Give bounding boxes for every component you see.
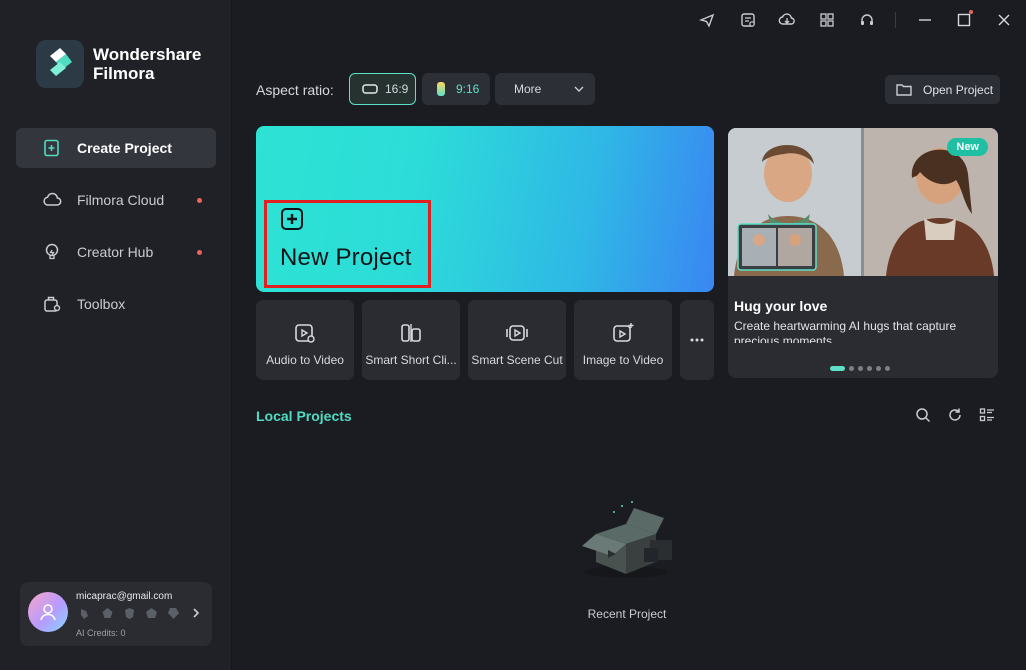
- plus-icon: [281, 208, 303, 230]
- aspect-more-label: More: [514, 82, 542, 96]
- notification-dot: [197, 198, 202, 203]
- carousel-dot[interactable]: [849, 366, 854, 371]
- badge-icon: [168, 608, 179, 619]
- sidebar-item-create-project[interactable]: Create Project: [16, 128, 216, 168]
- tool-smart-short-clips[interactable]: Smart Short Cli...: [362, 300, 460, 380]
- filmora-logo-icon: [36, 40, 84, 88]
- smart-short-clips-icon: [398, 320, 424, 346]
- chevron-right-icon: [192, 606, 200, 624]
- carousel-dot[interactable]: [830, 366, 845, 371]
- tool-label: Smart Short Cli...: [365, 353, 457, 367]
- new-project-label: New Project: [280, 244, 412, 271]
- promo-title: Hug your love: [734, 298, 828, 314]
- apps-grid-icon[interactable]: [817, 10, 837, 30]
- ai-credits: AI Credits: 0: [76, 628, 126, 638]
- avatar: [28, 592, 68, 632]
- create-project-icon: [42, 138, 62, 158]
- aspect-9-16-button[interactable]: 9:16: [422, 73, 490, 105]
- carousel-dot[interactable]: [876, 366, 881, 371]
- sidebar-item-label: Toolbox: [77, 296, 126, 312]
- local-projects-title: Local Projects: [256, 408, 352, 424]
- empty-box-icon: [574, 500, 680, 580]
- refresh-icon[interactable]: [946, 406, 964, 424]
- brand-line-2: Filmora: [93, 64, 155, 83]
- new-badge: New: [947, 138, 988, 156]
- aspect-16-9-button[interactable]: 16:9: [349, 73, 416, 105]
- minimize-icon[interactable]: [915, 10, 935, 30]
- app-logo: Wondershare Filmora: [36, 40, 201, 88]
- maximize-icon[interactable]: [954, 10, 974, 30]
- notification-dot: [969, 10, 973, 14]
- send-icon[interactable]: [697, 10, 717, 30]
- scene-cut-icon: [504, 320, 530, 346]
- open-project-label: Open Project: [923, 82, 994, 97]
- aspect-16-9-label: 16:9: [385, 82, 409, 96]
- carousel-dot[interactable]: [885, 366, 890, 371]
- sidebar-nav: Create Project Filmora Cloud Creator Hub…: [16, 128, 216, 336]
- carousel-dot[interactable]: [858, 366, 863, 371]
- more-dots-icon: [690, 338, 704, 342]
- carousel-dot[interactable]: [867, 366, 872, 371]
- tool-label: Smart Scene Cut: [471, 353, 563, 367]
- aspect-ratio-label: Aspect ratio:: [256, 82, 334, 98]
- toolbox-icon: [42, 294, 62, 314]
- cloud-download-icon[interactable]: [777, 10, 797, 30]
- badge-icon: [81, 609, 88, 619]
- sidebar: Wondershare Filmora Create Project Filmo…: [0, 0, 232, 670]
- open-project-button[interactable]: Open Project: [885, 75, 1000, 104]
- sidebar-item-label: Create Project: [77, 140, 172, 156]
- notification-dot: [197, 250, 202, 255]
- more-tools-button[interactable]: [680, 300, 714, 380]
- landscape-icon: [362, 84, 378, 94]
- user-account-card[interactable]: micaprac@gmail.com AI Credits: 0: [20, 582, 212, 646]
- sidebar-item-toolbox[interactable]: Toolbox: [16, 284, 216, 324]
- headset-support-icon[interactable]: [857, 10, 877, 30]
- badge-icon: [125, 608, 134, 619]
- tool-image-to-video[interactable]: Image to Video: [574, 300, 672, 380]
- folder-icon: [896, 84, 912, 96]
- audio-to-video-icon: [292, 320, 318, 346]
- recent-project-label: Recent Project: [587, 607, 667, 621]
- task-list-icon[interactable]: [738, 10, 758, 30]
- cloud-icon: [42, 190, 62, 210]
- badge-icon: [146, 608, 157, 618]
- chevron-down-icon: [574, 86, 584, 92]
- promo-description: Create heartwarming AI hugs that capture…: [734, 319, 957, 343]
- search-icon[interactable]: [914, 406, 932, 424]
- promo-banner[interactable]: New Hug your love Create heartwarming AI…: [728, 128, 998, 378]
- sidebar-item-label: Filmora Cloud: [77, 192, 165, 208]
- portrait-icon: [437, 82, 445, 96]
- lightbulb-icon: [42, 242, 62, 262]
- badge-icon: [102, 608, 113, 618]
- sidebar-item-label: Creator Hub: [77, 244, 154, 260]
- promo-image: New: [728, 128, 998, 276]
- tool-label: Image to Video: [582, 353, 664, 367]
- carousel-dots: [830, 366, 890, 371]
- sidebar-item-filmora-cloud[interactable]: Filmora Cloud: [16, 180, 216, 220]
- aspect-more-dropdown[interactable]: More: [495, 73, 595, 105]
- title-bar-divider: [895, 12, 896, 28]
- user-badges: [78, 606, 181, 621]
- user-email: micaprac@gmail.com: [76, 591, 173, 602]
- tool-audio-to-video[interactable]: Audio to Video: [256, 300, 354, 380]
- close-icon[interactable]: [994, 10, 1014, 30]
- tool-smart-scene-cut[interactable]: Smart Scene Cut: [468, 300, 566, 380]
- tool-label: Audio to Video: [266, 353, 344, 367]
- brand-line-1: Wondershare: [93, 45, 202, 64]
- aspect-9-16-label: 9:16: [456, 82, 480, 96]
- image-to-video-icon: [610, 320, 636, 346]
- list-view-icon[interactable]: [978, 406, 996, 424]
- sidebar-item-creator-hub[interactable]: Creator Hub: [16, 232, 216, 272]
